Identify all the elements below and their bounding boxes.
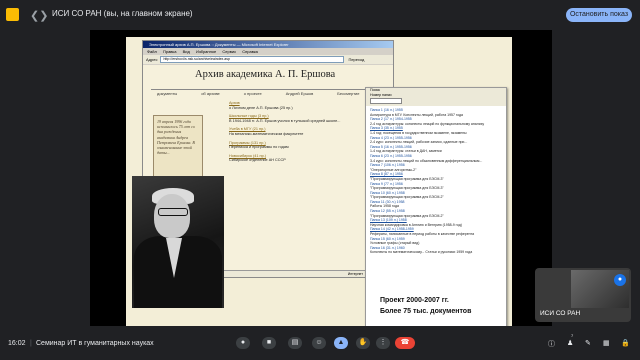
end-call-icon[interactable]: ☎ [395, 337, 415, 349]
nav-about-project[interactable]: о проекте [244, 91, 262, 96]
menu-help[interactable]: Справка [242, 49, 258, 54]
slide: Электронный архив А.П. Ершова :: Докумен… [126, 37, 512, 326]
participant-count: 7 [571, 333, 574, 338]
presenting-title: ИСИ СО РАН (вы, на главном экране) [52, 9, 193, 18]
go-button[interactable]: Переход [348, 57, 364, 62]
status-zone: Интернет [347, 272, 363, 276]
slide-caption: Проект 2000-2007 гг. Более 75 тыс. докум… [380, 295, 471, 317]
folder-list-popup: Поиск Номер папки Папка 1 (16 л.) 1955 Ас… [365, 87, 507, 326]
menu-favorites[interactable]: Избранное [196, 49, 216, 54]
browser-title: Электронный архив А.П. Ершова :: Докумен… [143, 41, 393, 48]
menu-tools[interactable]: Сервис [222, 49, 236, 54]
self-name: ИСИ СО РАН [540, 310, 581, 317]
folder-description: Конспекты по математическому... Статьи и… [370, 250, 473, 255]
chat-icon[interactable]: ✎ [585, 339, 591, 347]
camera-icon[interactable]: ■ [262, 337, 276, 349]
top-bar: ❮❯ ИСИ СО РАН (вы, на главном экране) Ос… [0, 0, 640, 30]
more-icon[interactable]: ⋮ [376, 337, 390, 349]
chevron-down-icon[interactable]: ❮❯ [30, 9, 48, 22]
address-bar: Адрес http://ershov.iis.nsk.su/archive/e… [143, 55, 393, 64]
info-icon[interactable]: ⓘ [548, 339, 555, 349]
address-field[interactable]: http://ershov.iis.nsk.su/archive/eaindex… [160, 56, 345, 63]
portrait-face [154, 194, 190, 238]
meeting-name: Семинар ИТ в гуманитарных науках [36, 340, 154, 347]
hand-icon[interactable]: ✋ [356, 337, 370, 349]
activities-icon[interactable]: ▦ [603, 339, 610, 347]
stop-presenting-button[interactable]: Остановить показ [566, 8, 632, 22]
menu-edit[interactable]: Правка [163, 49, 177, 54]
popup-header: Поиск Номер папки [366, 88, 506, 106]
shield-icon[interactable] [6, 8, 19, 21]
portrait-photo [132, 176, 224, 308]
captions-icon[interactable]: ▤ [288, 337, 302, 349]
portrait-glasses [158, 208, 188, 216]
page-nav: документы об архиве о проекте Андрей Ерш… [157, 91, 360, 96]
side-note: 19 апреля 1996 года исполнилось 75 лет с… [153, 115, 203, 177]
people-icon[interactable]: ♟ [567, 339, 573, 347]
lock-icon[interactable]: 🔒 [621, 339, 630, 347]
menu-file[interactable]: Файл [147, 49, 157, 54]
caption-line-1: Проект 2000-2007 гг. [380, 297, 449, 304]
separator: | [30, 340, 32, 347]
emoji-icon[interactable]: ☺ [312, 337, 326, 349]
address-label: Адрес [146, 57, 158, 62]
nav-documents[interactable]: документы [157, 91, 177, 96]
nav-andrey-ershov[interactable]: Андрей Ершов [286, 91, 313, 96]
page-title: Архив академика А. П. Ершова [195, 69, 336, 80]
browser-menubar: Файл Правка Вид Избранное Сервис Справка [143, 48, 393, 55]
folder-list: Папка 1 (16 л.) 1955 Аспирантура в МГУ. К… [366, 106, 506, 257]
present-icon[interactable]: ▲ [334, 337, 348, 349]
nav-divider [151, 89, 391, 90]
nav-about-archive[interactable]: об архиве [201, 91, 220, 96]
folder-select[interactable] [370, 98, 402, 104]
caption-line-2: Более 75 тыс. документов [380, 308, 472, 315]
clock: 16:02 [8, 340, 26, 347]
mic-active-icon: ● [614, 274, 626, 286]
mic-icon[interactable]: ● [236, 337, 250, 349]
nav-immortality[interactable]: Бессмертие [337, 91, 359, 96]
menu-view[interactable]: Вид [183, 49, 190, 54]
